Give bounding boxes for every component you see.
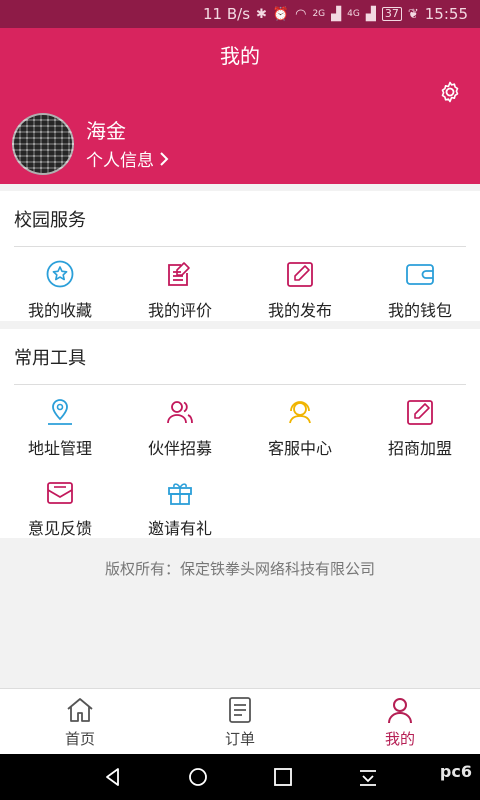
wifi-icon: ◠ xyxy=(295,6,307,22)
edit-icon xyxy=(407,400,433,425)
leaf-icon: ❦ xyxy=(407,6,419,22)
review-icon xyxy=(168,262,190,286)
menu-label: 我的钱包 xyxy=(387,301,452,320)
alarm-icon: ⏰ xyxy=(272,6,290,22)
headset-icon xyxy=(289,401,311,424)
tab-label: 订单 xyxy=(224,729,255,748)
menu-label: 地址管理 xyxy=(27,439,92,458)
signal-4g-label: 4G xyxy=(347,9,360,19)
profile-info-link[interactable]: 个人信息 xyxy=(86,146,170,171)
network-speed: 11 B/s xyxy=(203,5,251,23)
gear-icon[interactable] xyxy=(438,80,462,104)
clock: 15:55 xyxy=(424,5,468,23)
section-title: 校园服务 xyxy=(14,209,86,231)
tab-mine[interactable]: 我的 xyxy=(320,689,480,754)
status-bar: 11 B/s ✱ ⏰ ◠ 2G ▟ 4G ▟ 37 ❦ 15:55 xyxy=(0,0,480,28)
customer-service-button[interactable]: 客服中心 xyxy=(240,385,360,465)
common-tools-section: 常用工具 地址管理 伙伴招募 客服中心 招商加盟 意见反馈 邀请有礼 xyxy=(0,329,480,538)
home-circle-icon[interactable] xyxy=(187,766,209,788)
menu-label: 邀请有礼 xyxy=(147,519,212,538)
section-title: 常用工具 xyxy=(14,347,86,369)
partner-icon xyxy=(167,401,193,424)
home-icon xyxy=(67,697,93,722)
profile-info-label: 个人信息 xyxy=(86,151,154,171)
tab-home[interactable]: 首页 xyxy=(0,689,160,754)
watermark-logo: pc6 xyxy=(439,762,472,781)
menu-label: 我的收藏 xyxy=(27,301,92,320)
tab-orders[interactable]: 订单 xyxy=(160,689,320,754)
address-management-button[interactable]: 地址管理 xyxy=(0,385,120,465)
copyright-text: 版权所有：保定铁拳头网络科技有限公司 xyxy=(104,560,375,578)
edit-icon xyxy=(287,262,313,287)
feedback-button[interactable]: 意见反馈 xyxy=(0,465,120,545)
bluetooth-icon: ✱ xyxy=(256,6,267,22)
chevron-right-icon xyxy=(160,151,169,166)
my-posts-button[interactable]: 我的发布 xyxy=(240,247,360,327)
campus-services-section: 校园服务 我的收藏 我的评价 我的发布 我的钱包 xyxy=(0,191,480,321)
gift-icon xyxy=(168,483,192,505)
tab-label: 首页 xyxy=(64,729,95,748)
menu-label: 我的发布 xyxy=(267,301,332,320)
menu-label: 客服中心 xyxy=(267,439,332,458)
page-title: 我的 xyxy=(220,44,260,68)
my-reviews-button[interactable]: 我的评价 xyxy=(120,247,240,327)
my-favorites-button[interactable]: 我的收藏 xyxy=(0,247,120,327)
recents-icon[interactable] xyxy=(272,766,294,788)
partner-recruit-button[interactable]: 伙伴招募 xyxy=(120,385,240,465)
user-icon xyxy=(388,697,412,723)
tab-label: 我的 xyxy=(384,729,415,748)
order-icon xyxy=(229,696,251,723)
menu-label: 伙伴招募 xyxy=(147,439,212,458)
notification-pull-icon[interactable] xyxy=(357,766,379,788)
menu-label: 意见反馈 xyxy=(27,519,92,538)
avatar[interactable] xyxy=(12,113,74,175)
menu-label: 我的评价 xyxy=(147,301,212,320)
signal-2g-label: 2G xyxy=(312,9,326,19)
battery-icon: 37 xyxy=(381,7,402,21)
user-name: 海金 xyxy=(86,119,126,143)
menu-label: 招商加盟 xyxy=(387,439,452,458)
system-nav-bar xyxy=(0,754,480,800)
mail-icon xyxy=(47,482,73,504)
wallet-icon xyxy=(406,264,434,285)
my-wallet-button[interactable]: 我的钱包 xyxy=(360,247,480,327)
profile-header: 我的 海金 个人信息 xyxy=(0,28,480,184)
franchise-button[interactable]: 招商加盟 xyxy=(360,385,480,465)
location-icon xyxy=(48,399,72,425)
invite-reward-button[interactable]: 邀请有礼 xyxy=(120,465,240,545)
bottom-tab-bar: 首页 订单 我的 xyxy=(0,688,480,754)
signal-icon: ▟ xyxy=(331,6,342,22)
signal-icon-2: ▟ xyxy=(365,6,376,22)
back-icon[interactable] xyxy=(102,766,124,788)
star-icon xyxy=(46,260,74,288)
